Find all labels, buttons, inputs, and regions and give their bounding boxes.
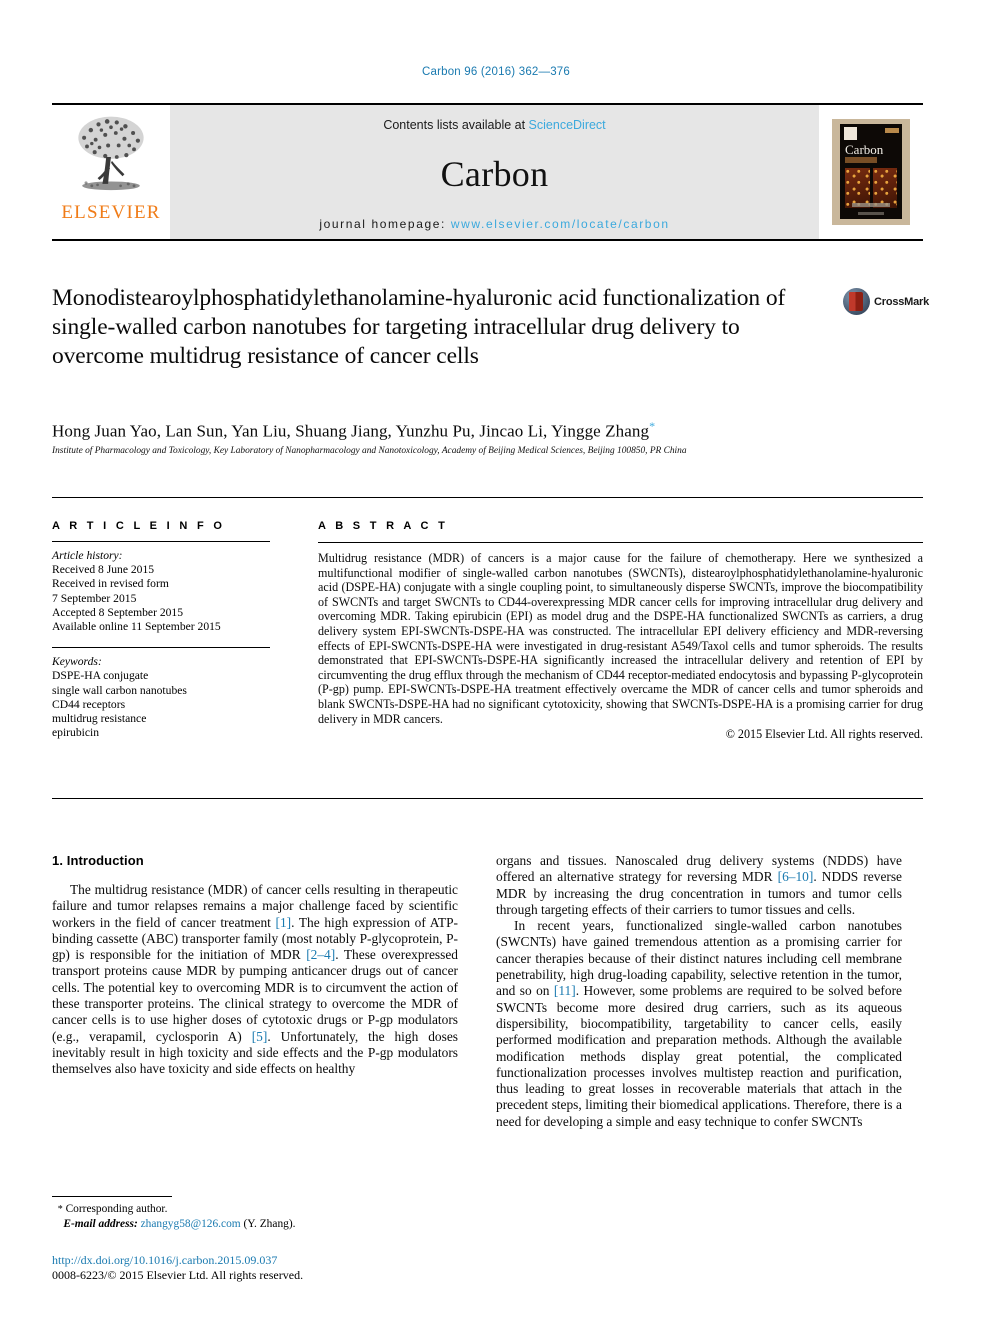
corresponding-author-marker[interactable]: * <box>649 419 655 433</box>
body-column-right: organs and tissues. Nanoscaled drug deli… <box>496 853 902 1130</box>
cover-subtitle-band <box>845 157 898 163</box>
sciencedirect-link[interactable]: ScienceDirect <box>529 118 606 132</box>
corresponding-author-note: * Corresponding author. <box>52 1202 458 1217</box>
citation-ref[interactable]: [5] <box>252 1029 268 1044</box>
author-list: Hong Juan Yao, Lan Sun, Yan Liu, Shuang … <box>52 419 923 442</box>
history-item: Available online 11 September 2015 <box>52 620 221 634</box>
email-link[interactable]: zhangyg58@126.com <box>141 1218 241 1230</box>
article-info-column: A R T I C L E I N F O Article history: R… <box>52 520 270 740</box>
paragraph: In recent years, functionalized single-w… <box>496 918 902 1129</box>
crossmark-badge[interactable]: CrossMark <box>843 288 929 315</box>
abstract-heading: A B S T R A C T <box>318 520 449 532</box>
elsevier-wordmark: ELSEVIER <box>61 202 161 223</box>
keywords-block: Keywords: DSPE-HA conjugate single wall … <box>52 655 270 740</box>
history-item: Accepted 8 September 2015 <box>52 605 184 619</box>
cover-image-left <box>845 168 870 208</box>
elsevier-logo: ELSEVIER <box>52 105 170 239</box>
journal-homepage-link[interactable]: www.elsevier.com/locate/carbon <box>451 217 670 231</box>
citation-ref[interactable]: [6–10] <box>778 869 814 884</box>
abstract-rule <box>318 542 923 543</box>
citation-ref[interactable]: [2–4] <box>306 947 335 962</box>
elsevier-tree-icon <box>78 116 144 191</box>
email-suffix: (Y. Zhang). <box>243 1218 296 1230</box>
issn-copyright-line: 0008-6223/© 2015 Elsevier Ltd. All right… <box>52 1268 304 1282</box>
running-head: Carbon 96 (2016) 362—376 <box>421 66 570 78</box>
citation-ref[interactable]: [1] <box>276 915 292 930</box>
doi-link[interactable]: http://dx.doi.org/10.1016/j.carbon.2015.… <box>52 1253 552 1268</box>
history-item: Received in revised form <box>52 577 169 591</box>
corresponding-author-text: Corresponding author. <box>65 1203 168 1215</box>
homepage-prefix: journal homepage: <box>319 217 451 231</box>
abstract-copyright: © 2015 Elsevier Ltd. All rights reserved… <box>725 727 923 742</box>
article-info-rule <box>52 541 270 542</box>
page-footer: http://dx.doi.org/10.1016/j.carbon.2015.… <box>52 1253 552 1283</box>
affiliation: Institute of Pharmacology and Toxicology… <box>52 446 687 456</box>
cover-journal-title: Carbon <box>845 142 884 157</box>
crossmark-label: CrossMark <box>874 295 930 308</box>
journal-homepage-line: journal homepage: www.elsevier.com/locat… <box>319 217 669 231</box>
footnote-star: * <box>57 1204 63 1215</box>
section-heading-introduction: 1. Introduction <box>52 853 144 868</box>
title-block: Monodistearoylphosphatidylethanolamine-h… <box>52 284 929 371</box>
info-top-rule <box>52 497 923 498</box>
footnote-rule <box>52 1196 172 1197</box>
history-item: Received 8 June 2015 <box>52 563 155 577</box>
paragraph: organs and tissues. Nanoscaled drug deli… <box>496 853 902 917</box>
article-history-heading: Article history: <box>52 549 123 562</box>
journal-masthead: ELSEVIER Contents lists available at Sci… <box>52 103 923 241</box>
keywords-heading: Keywords: <box>52 655 102 669</box>
footnote-block: * Corresponding author. E-mail address: … <box>52 1196 458 1231</box>
email-note: E-mail address: zhangyg58@126.com (Y. Zh… <box>52 1217 458 1231</box>
crossmark-icon <box>843 288 870 315</box>
cover-image-right <box>872 168 897 208</box>
cover-logo-icon <box>844 127 857 140</box>
history-item: 7 September 2015 <box>52 591 137 605</box>
keyword-item: epirubicin <box>52 726 100 740</box>
email-label: E-mail address: <box>63 1218 138 1230</box>
journal-title: Carbon <box>440 154 549 194</box>
article-history-block: Article history: Received 8 June 2015 Re… <box>52 549 270 634</box>
author-names: Hong Juan Yao, Lan Sun, Yan Liu, Shuang … <box>52 421 650 441</box>
contents-available-line: Contents lists available at ScienceDirec… <box>383 118 605 132</box>
keywords-rule <box>52 647 270 649</box>
cover-publisher-band <box>858 212 884 215</box>
abstract-column: A B S T R A C T Multidrug resistance (MD… <box>318 520 923 742</box>
contents-prefix: Contents lists available at <box>383 118 529 132</box>
body-top-rule <box>52 798 923 799</box>
paper-page: Carbon 96 (2016) 362—376 ELSEVIER Conten… <box>0 0 992 1323</box>
body-column-left: 1. Introduction The multidrug resistance… <box>52 853 458 1078</box>
cover-issue-band <box>885 128 899 133</box>
article-title: Monodistearoylphosphatidylethanolamine-h… <box>52 285 786 369</box>
paragraph: The multidrug resistance (MDR) of cancer… <box>52 882 458 1077</box>
keyword-item: DSPE-HA conjugate <box>52 669 149 683</box>
article-info-heading: A R T I C L E I N F O <box>52 520 226 532</box>
keyword-item: multidrug resistance <box>52 712 147 726</box>
journal-cover: Carbon <box>819 105 923 239</box>
cover-images <box>845 168 897 208</box>
keyword-item: single wall carbon nanotubes <box>52 683 187 697</box>
keyword-item: CD44 receptors <box>52 697 126 711</box>
abstract-text: Multidrug resistance (MDR) of cancers is… <box>318 551 923 726</box>
masthead-center: Contents lists available at ScienceDirec… <box>170 105 819 239</box>
cover-footer-band <box>852 203 890 207</box>
journal-cover-thumbnail: Carbon <box>832 119 910 225</box>
citation-ref[interactable]: [11] <box>554 983 576 998</box>
